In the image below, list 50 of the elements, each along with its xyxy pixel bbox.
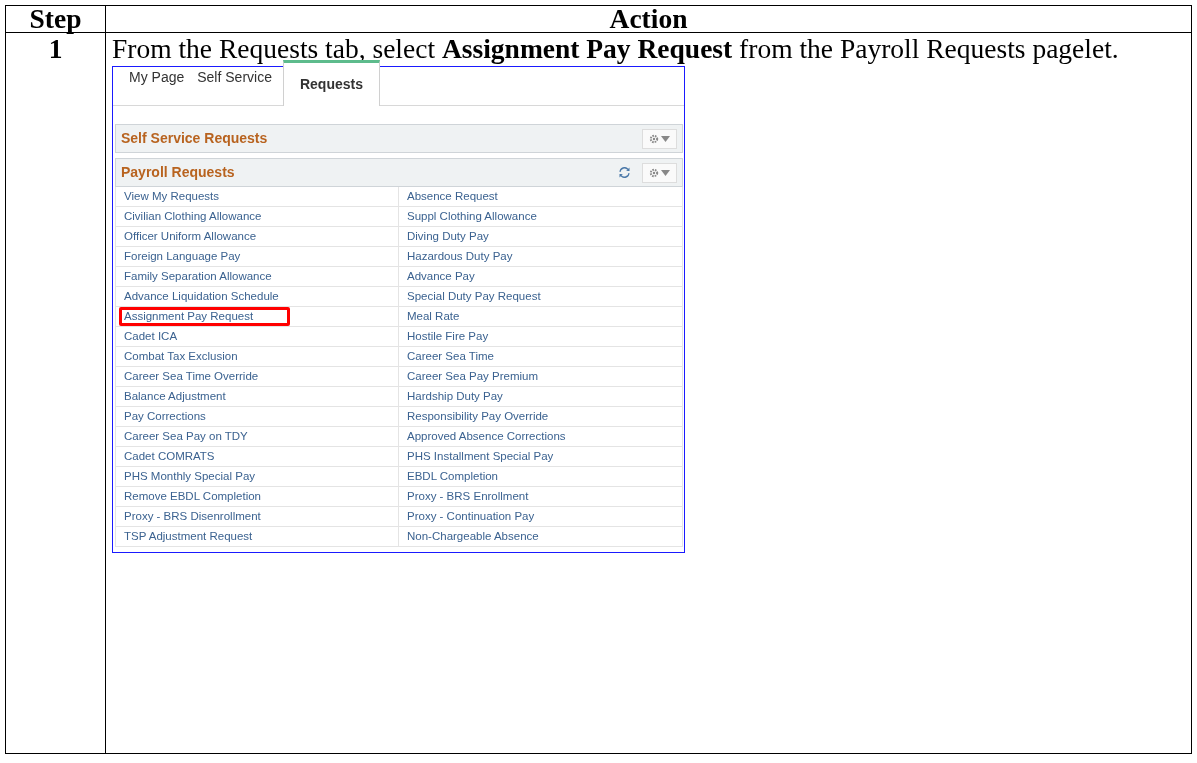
caret-icon — [661, 135, 670, 142]
request-link[interactable]: Advance Liquidation Schedule — [119, 287, 316, 306]
request-link[interactable]: Balance Adjustment — [119, 387, 263, 406]
request-link[interactable]: Career Sea Time Override — [119, 367, 296, 386]
request-link[interactable]: Career Sea Pay Premium — [402, 367, 576, 386]
request-link[interactable]: Family Separation Allowance — [119, 267, 309, 286]
request-link[interactable]: View My Requests — [119, 187, 257, 206]
request-link[interactable]: PHS Installment Special Pay — [402, 447, 591, 466]
request-link[interactable]: Advance Pay — [402, 267, 512, 286]
request-link[interactable]: Hostile Fire Pay — [402, 327, 526, 346]
request-link[interactable]: Non-Chargeable Absence — [402, 527, 576, 546]
request-link[interactable]: EBDL Completion — [402, 467, 535, 486]
request-link[interactable]: Diving Duty Pay — [402, 227, 526, 246]
request-link[interactable]: Suppl Clothing Allowance — [402, 207, 574, 226]
request-link[interactable]: Hazardous Duty Pay — [402, 247, 550, 266]
request-link[interactable]: Combat Tax Exclusion — [119, 347, 275, 366]
gear-menu-button[interactable] — [642, 162, 677, 183]
request-link[interactable]: TSP Adjustment Request — [119, 527, 290, 546]
tab[interactable]: My Page — [127, 62, 190, 105]
request-link[interactable]: Cadet COMRATS — [119, 447, 252, 466]
request-link[interactable]: Proxy - Continuation Pay — [402, 507, 572, 526]
column-header: Action — [106, 6, 1192, 33]
request-link[interactable]: Hardship Duty Pay — [402, 387, 540, 406]
request-link[interactable]: Proxy - BRS Enrollment — [402, 487, 566, 506]
request-link[interactable]: Meal Rate — [402, 307, 497, 326]
refresh-icon[interactable] — [619, 167, 630, 178]
gear-icon — [649, 167, 659, 178]
request-link[interactable]: Approved Absence Corrections — [402, 427, 603, 446]
pagelet-title: Self Service Requests — [121, 129, 269, 148]
request-link[interactable]: Career Sea Time — [402, 347, 531, 366]
request-link[interactable]: Pay Corrections — [119, 407, 243, 426]
column-header: Step — [6, 6, 106, 33]
caret-icon — [661, 169, 670, 176]
request-link[interactable]: Special Duty Pay Request — [402, 287, 578, 306]
request-link[interactable]: Officer Uniform Allowance — [119, 227, 294, 246]
request-link[interactable]: Responsibility Pay Override — [402, 407, 586, 426]
request-link[interactable]: Absence Request — [402, 187, 535, 206]
request-link[interactable]: Proxy - BRS Disenrollment — [119, 507, 298, 526]
request-link[interactable]: PHS Monthly Special Pay — [119, 467, 293, 486]
request-link[interactable]: Cadet ICA — [119, 327, 215, 346]
request-link[interactable]: Civilian Clothing Allowance — [119, 207, 299, 226]
step-number: 1 — [48, 33, 63, 64]
request-link[interactable]: Career Sea Pay on TDY — [119, 427, 285, 446]
gear-icon — [649, 133, 659, 144]
request-link[interactable]: Foreign Language Pay — [119, 247, 278, 266]
gear-menu-button[interactable] — [642, 128, 677, 149]
request-link[interactable]: Assignment Pay Request — [119, 307, 291, 326]
pagelet-title: Payroll Requests — [121, 163, 236, 182]
request-link[interactable]: Remove EBDL Completion — [119, 487, 298, 506]
tab[interactable]: Requests — [282, 60, 380, 106]
